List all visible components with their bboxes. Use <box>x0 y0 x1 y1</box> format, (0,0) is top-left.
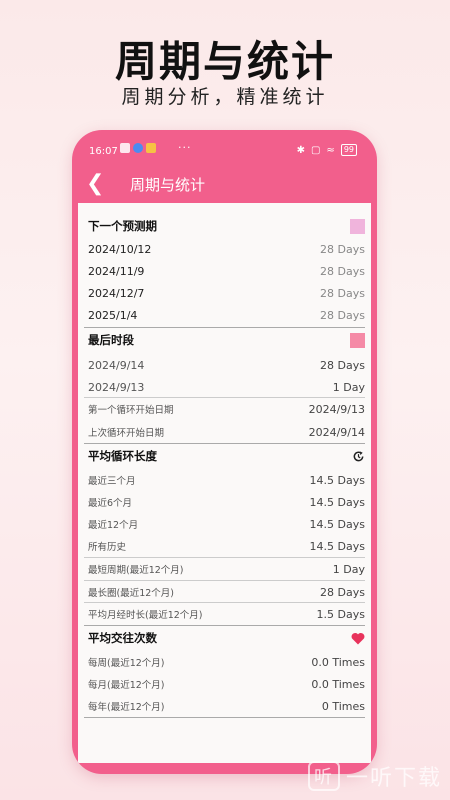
list-item: 上次循环开始日期 2024/9/14 <box>88 421 365 443</box>
divider <box>84 443 365 444</box>
row-label: 最近12个月 <box>88 520 139 531</box>
row-label: 所有历史 <box>88 542 127 553</box>
list-item: 最近三个月 14.5 Days <box>88 469 365 491</box>
row-value: 14.5 Days <box>309 539 365 553</box>
list-item: 最近6个月 14.5 Days <box>88 491 365 513</box>
heart-icon <box>351 632 365 644</box>
section-last-period-header: 最后时段 <box>88 329 365 351</box>
watermark: 听 一听下载 <box>307 760 442 792</box>
section-avg-intercourse-header: 平均交往次数 <box>88 627 365 649</box>
row-date: 2024/9/14 <box>88 358 145 372</box>
stats-content[interactable]: 下一个预测期 2024/10/12 28 Days 2024/11/9 28 D… <box>78 203 371 763</box>
divider <box>84 625 365 626</box>
section-title: 平均循环长度 <box>88 449 157 463</box>
section-title: 下一个预测期 <box>88 219 157 233</box>
row-date: 2024/12/7 <box>88 286 145 300</box>
row-value: 14.5 Days <box>309 517 365 531</box>
list-item: 最短周期(最近12个月) 1 Day <box>88 558 365 580</box>
row-value: 1 Day <box>332 562 365 576</box>
bluetooth-icon: ✱ <box>296 144 305 156</box>
divider <box>84 717 365 718</box>
status-bar: 16:07 ··· ✱ ▢ ≈ 99 <box>72 130 377 172</box>
row-value: 14.5 Days <box>309 473 365 487</box>
row-value: 1 Day <box>332 380 365 394</box>
wifi-icon: ≈ <box>326 144 335 156</box>
row-value: 0.0 Times <box>311 677 365 691</box>
watermark-logo: 听 <box>307 761 340 791</box>
sim-icon: ▢ <box>310 144 321 156</box>
watermark-text: 一听下载 <box>345 766 442 791</box>
row-label: 最短周期(最近12个月) <box>88 565 184 576</box>
row-value: 2024/9/14 <box>308 425 365 439</box>
section-title: 最后时段 <box>88 333 134 347</box>
more-notifications-icon: ··· <box>178 141 192 154</box>
row-value: 28 Days <box>320 242 365 256</box>
list-item: 第一个循环开始日期 2024/9/13 <box>88 398 365 420</box>
divider <box>84 327 365 328</box>
notification-app-icon <box>120 143 130 153</box>
row-value: 28 Days <box>320 286 365 300</box>
list-item: 最近12个月 14.5 Days <box>88 513 365 535</box>
promo-subtitle: 周期分析，精准统计 <box>121 86 329 108</box>
list-item: 2024/10/12 28 Days <box>88 238 365 260</box>
period-color-swatch <box>350 332 365 348</box>
row-label: 每月(最近12个月) <box>88 680 165 691</box>
promo-title: 周期与统计 <box>114 37 335 86</box>
row-value: 28 Days <box>320 358 365 372</box>
row-value: 0 Times <box>321 699 365 713</box>
notification-icons <box>120 143 156 153</box>
row-value: 1.5 Days <box>316 607 365 621</box>
row-value: 28 Days <box>320 585 365 599</box>
section-avg-cycle-header: 平均循环长度 <box>88 445 365 467</box>
row-value: 2024/9/13 <box>308 402 365 416</box>
row-value: 14.5 Days <box>309 495 365 509</box>
row-value: 0.0 Times <box>311 655 365 669</box>
row-label: 每周(最近12个月) <box>88 658 165 669</box>
row-label: 第一个循环开始日期 <box>88 405 174 416</box>
phone-frame: 16:07 ··· ✱ ▢ ≈ 99 ❮ 周期与统计 下一个预测期 2024/1… <box>72 130 377 774</box>
row-label: 每年(最近12个月) <box>88 702 165 713</box>
notification-app-icon <box>146 143 156 153</box>
back-arrow-icon[interactable]: ❮ <box>86 172 104 196</box>
row-label: 平均月经时长(最近12个月) <box>88 610 203 621</box>
refresh-icon[interactable] <box>352 450 365 463</box>
list-item: 2025/1/4 28 Days <box>88 304 365 326</box>
list-item: 2024/9/13 1 Day <box>88 376 365 398</box>
section-title: 平均交往次数 <box>88 631 157 645</box>
battery-icon: 99 <box>340 144 357 156</box>
row-value: 28 Days <box>320 264 365 278</box>
row-value: 28 Days <box>320 308 365 322</box>
list-item: 每月(最近12个月) 0.0 Times <box>88 673 365 695</box>
list-item: 最长圈(最近12个月) 28 Days <box>88 581 365 603</box>
list-item: 所有历史 14.5 Days <box>88 535 365 557</box>
row-date: 2024/9/13 <box>88 380 145 394</box>
page-title: 周期与统计 <box>130 176 206 194</box>
list-item: 平均月经时长(最近12个月) 1.5 Days <box>88 603 365 625</box>
row-label: 最长圈(最近12个月) <box>88 588 175 599</box>
row-date: 2025/1/4 <box>88 308 138 322</box>
row-label: 最近三个月 <box>88 476 136 487</box>
row-label: 上次循环开始日期 <box>88 428 165 439</box>
notification-app-icon <box>133 143 143 153</box>
list-item: 2024/11/9 28 Days <box>88 260 365 282</box>
row-date: 2024/11/9 <box>88 264 145 278</box>
predicted-color-swatch <box>350 218 365 234</box>
section-next-predicted-header: 下一个预测期 <box>88 215 365 237</box>
list-item: 每周(最近12个月) 0.0 Times <box>88 651 365 673</box>
list-item: 2024/12/7 28 Days <box>88 282 365 304</box>
app-bar: ❮ 周期与统计 <box>72 172 377 202</box>
row-date: 2024/10/12 <box>88 242 152 256</box>
list-item: 每年(最近12个月) 0 Times <box>88 695 365 717</box>
row-label: 最近6个月 <box>88 498 133 509</box>
status-time: 16:07 <box>89 146 118 157</box>
list-item: 2024/9/14 28 Days <box>88 354 365 376</box>
